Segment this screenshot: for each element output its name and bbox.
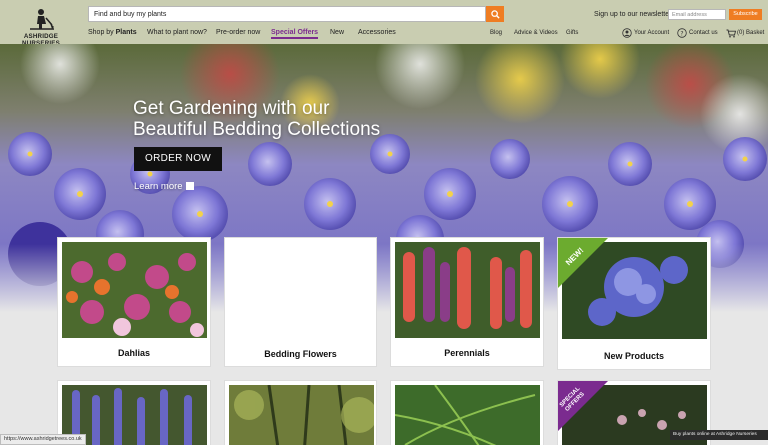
learn-more-label: Learn more: [134, 181, 183, 192]
card-label: Bedding Flowers: [264, 349, 337, 359]
learn-more-link[interactable]: Learn more: [134, 181, 194, 192]
nav-advice[interactable]: Advice & Videos: [514, 30, 558, 36]
nav-preorder[interactable]: Pre-order now: [216, 29, 260, 36]
card-label: New Products: [603, 351, 664, 361]
help-icon: ?: [677, 28, 687, 38]
category-card-bedding[interactable]: Bedding Flowers: [224, 237, 377, 367]
nav-what-to-plant[interactable]: What to plant now?: [147, 29, 207, 36]
subscribe-button[interactable]: Subscribe: [729, 9, 762, 20]
gardener-logo-icon: [30, 9, 54, 30]
dahlias-image: [62, 242, 207, 338]
bamboo-image: [229, 385, 374, 445]
arrow-icon: [185, 182, 194, 190]
basket-icon: [726, 29, 736, 38]
hero-title: Get Gardening with our Beautiful Bedding…: [133, 98, 380, 140]
category-card-perennials[interactable]: Perennials: [390, 237, 544, 367]
status-bar-url: https://www.ashridgetrees.co.uk: [0, 434, 86, 445]
search-button[interactable]: [486, 6, 504, 22]
nav-shop-by-plants[interactable]: Shop by Plants: [88, 29, 137, 36]
hero-title-line1: Get Gardening with our: [133, 98, 330, 119]
category-card-new-products[interactable]: NEW! New Products: [557, 237, 711, 370]
nav-gifts[interactable]: Gifts: [566, 30, 578, 36]
category-card-dahlias[interactable]: Dahlias: [57, 237, 211, 367]
nav-new[interactable]: New: [330, 29, 344, 36]
nav-blog[interactable]: Blog: [490, 30, 502, 36]
email-field[interactable]: Email address: [668, 9, 726, 20]
site-header: ASHRIDGE NURSERIES Find and buy my plant…: [0, 0, 768, 47]
nav-special-offers[interactable]: Special Offers: [271, 29, 319, 39]
category-card-row2-2[interactable]: [224, 380, 377, 445]
newsletter-label: Sign up to our newsletter: [594, 11, 672, 18]
tooltip: Buy plants online at Ashridge Nurseries: [670, 430, 768, 440]
nav-shop-prefix: Shop by: [88, 29, 114, 36]
nav-your-account[interactable]: Your Account: [634, 30, 669, 36]
account-icon: [622, 28, 632, 38]
ashridge-logo[interactable]: ASHRIDGE NURSERIES: [6, 5, 76, 47]
hero-title-line2: Beautiful Bedding Collections: [133, 119, 381, 140]
search-input[interactable]: Find and buy my plants: [88, 6, 486, 22]
nav-accessories[interactable]: Accessories: [358, 29, 396, 36]
card-label: Perennials: [444, 348, 490, 358]
svg-text:?: ?: [680, 30, 683, 37]
fern-image: [395, 385, 540, 445]
nav-shop-bold: Plants: [115, 29, 137, 36]
nav-basket[interactable]: (0) Basket: [737, 30, 764, 36]
nav-contact[interactable]: Contact us: [689, 30, 718, 36]
order-now-button[interactable]: ORDER NOW: [134, 147, 222, 171]
perennials-image: [395, 242, 540, 338]
card-label: Dahlias: [117, 348, 150, 358]
search-icon: [490, 9, 500, 19]
category-card-row2-3[interactable]: [390, 380, 544, 445]
